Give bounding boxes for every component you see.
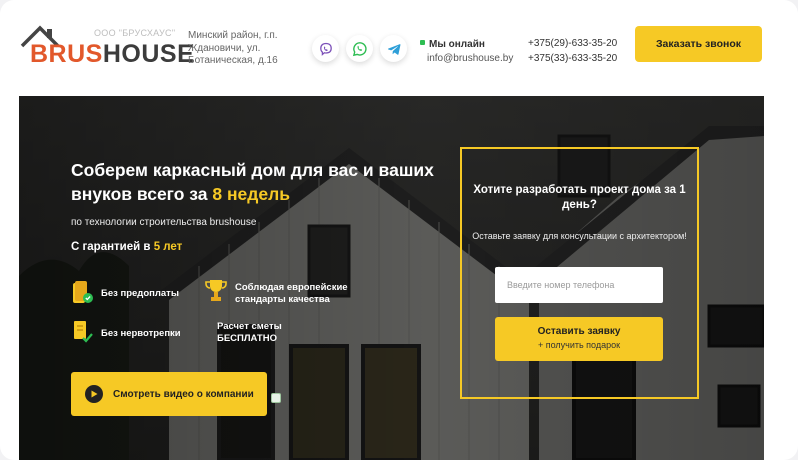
feature-eu-standards: Соблюдая европейские стандарты качества xyxy=(235,282,348,305)
form-question: Хотите разработать проект дома за 1 день… xyxy=(473,184,686,211)
telegram-icon xyxy=(387,43,400,55)
document-check-icon xyxy=(74,321,93,343)
hero-subtitle: по технологии строительства brushouse xyxy=(71,217,257,228)
feature-free-estimate: Расчет сметы БЕСПЛАТНО xyxy=(217,321,282,344)
online-block: Мы онлайн info@brushouse.by xyxy=(420,38,513,66)
watch-video-label: Смотреть видео о компании xyxy=(113,388,254,400)
watch-video-button[interactable]: Смотреть видео о компании xyxy=(71,372,267,416)
hero-title: Соберем каркасный дом для вас и ваших вн… xyxy=(71,160,434,204)
feature-no-prepayment: Без предоплаты xyxy=(101,288,179,299)
viber-button[interactable] xyxy=(312,35,339,62)
page: ООО "БРУСХАУС" BRUSHOUSE Минский район, … xyxy=(0,0,798,460)
small-leaf-icon xyxy=(271,393,281,403)
coins-icon xyxy=(73,281,93,303)
telegram-button[interactable] xyxy=(380,35,407,62)
logo-company: ООО "БРУСХАУС" xyxy=(94,28,176,38)
phone-link[interactable]: +375(33)-633-35-20 xyxy=(528,51,617,66)
email-link[interactable]: info@brushouse.by xyxy=(427,52,513,66)
order-call-button[interactable]: Заказать звонок xyxy=(635,26,762,62)
guarantee-text: С гарантией в 5 лет xyxy=(71,241,183,253)
form-subtext: Оставьте заявку для консультации с архит… xyxy=(472,231,687,241)
viber-icon xyxy=(319,42,332,56)
online-indicator xyxy=(420,40,425,45)
logo[interactable]: ООО "БРУСХАУС" BRUSHOUSE xyxy=(20,22,194,68)
trophy-icon xyxy=(205,280,227,301)
feature-no-hassle: Без нервотрепки xyxy=(101,328,181,339)
play-icon xyxy=(85,385,103,403)
submit-sublabel: + получить подарок xyxy=(537,340,621,350)
submit-label: Оставить заявку xyxy=(537,326,621,337)
whatsapp-icon xyxy=(352,41,367,56)
submit-request-button[interactable]: Оставить заявку + получить подарок xyxy=(495,317,663,361)
whatsapp-button[interactable] xyxy=(346,35,373,62)
logo-wordmark: BRUSHOUSE xyxy=(30,40,195,68)
online-status: Мы онлайн xyxy=(429,39,485,50)
phone-input[interactable] xyxy=(495,267,663,303)
phone-link[interactable]: +375(29)-633-35-20 xyxy=(528,36,617,51)
address: Минский район, г.п. Ждановичи, ул. Ботан… xyxy=(188,30,278,66)
consult-form: Хотите разработать проект дома за 1 день… xyxy=(460,147,699,399)
phones: +375(29)-633-35-20 +375(33)-633-35-20 xyxy=(528,36,617,66)
hero-section: Соберем каркасный дом для вас и ваших вн… xyxy=(19,96,764,460)
